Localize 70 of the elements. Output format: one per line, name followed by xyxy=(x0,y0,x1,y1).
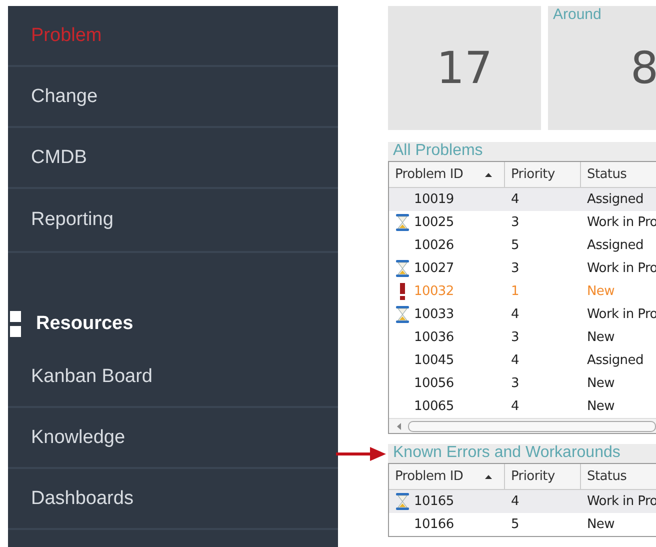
table-cell: 10166 xyxy=(414,517,454,532)
column-header[interactable]: Status xyxy=(581,464,656,489)
exclamation-icon xyxy=(400,283,405,300)
column-header[interactable]: Problem ID xyxy=(389,162,505,187)
nav-item[interactable]: CMDB xyxy=(31,146,87,168)
nav-item[interactable]: Knowledge xyxy=(31,426,126,448)
scrollbar-thumb[interactable] xyxy=(408,420,656,432)
table-cell: 1 xyxy=(511,284,519,299)
table-cell: 3 xyxy=(511,261,519,276)
table-cell: 4 xyxy=(511,353,519,368)
column-header[interactable]: Problem ID xyxy=(389,464,505,489)
column-header[interactable]: Priority xyxy=(505,464,581,489)
table-cell: 10025 xyxy=(414,215,454,230)
table-cell: 4 xyxy=(511,192,519,207)
table-cell: 10056 xyxy=(414,376,454,391)
sort-ascending-icon xyxy=(485,474,492,478)
table-cell: New xyxy=(587,517,614,532)
table-cell: New xyxy=(587,330,614,345)
table-cell: 4 xyxy=(511,307,519,322)
scroll-left-icon[interactable] xyxy=(397,422,401,430)
sort-ascending-icon xyxy=(485,172,492,176)
table-cell: New xyxy=(587,399,614,414)
horizontal-scrollbar[interactable] xyxy=(389,418,656,433)
table-cell: 10027 xyxy=(414,261,454,276)
hourglass-icon xyxy=(396,260,409,277)
table-cell: 3 xyxy=(511,376,519,391)
tile-value: 17 xyxy=(436,42,492,94)
table-cell: Assigned xyxy=(587,192,644,207)
panel-title: All Problems xyxy=(392,142,483,159)
table-cell: 5 xyxy=(511,517,519,532)
table-row[interactable]: 10019 4 Assigned xyxy=(389,188,656,211)
table-cell: 10045 xyxy=(414,353,454,368)
hourglass-icon xyxy=(396,306,409,323)
table-row[interactable]: 10036 3 New xyxy=(389,326,656,349)
panel-title: Known Errors and Workarounds xyxy=(392,444,620,461)
table-row[interactable]: 10045 4 Assigned xyxy=(389,349,656,372)
table-cell: 3 xyxy=(511,330,519,345)
table-cell: 10032 xyxy=(414,284,454,299)
column-header[interactable]: Priority xyxy=(505,162,581,187)
table-cell: 4 xyxy=(511,399,519,414)
squares-icon xyxy=(10,311,22,339)
nav-item[interactable]: Dashboards xyxy=(31,488,134,510)
table-cell: 10165 xyxy=(414,494,454,509)
table-cell: 5 xyxy=(511,238,519,253)
hourglass-icon xyxy=(396,493,409,510)
table-cell: 10036 xyxy=(414,330,454,345)
table-cell: 3 xyxy=(511,215,519,230)
stat-tile[interactable]: 17 xyxy=(388,6,541,130)
section-heading: Resources xyxy=(36,313,134,336)
table-cell: Assigned xyxy=(587,353,644,368)
table-cell: 10033 xyxy=(414,307,454,322)
stat-tile[interactable]: Around 8 xyxy=(548,6,656,130)
table-row[interactable]: 10056 3 New xyxy=(389,372,656,395)
tile-caption: Around xyxy=(553,6,602,23)
table-cell: New xyxy=(587,284,614,299)
table-cell: 10019 xyxy=(414,192,454,207)
table-row[interactable]: 10026 5 Assigned xyxy=(389,234,656,257)
table-row[interactable]: 10166 5 New xyxy=(389,513,656,536)
table-row[interactable]: 10065 4 New xyxy=(389,395,656,418)
tile-value: 8 xyxy=(630,42,656,94)
nav-item[interactable]: Change xyxy=(31,86,98,108)
hourglass-icon xyxy=(396,214,409,231)
table-cell: New xyxy=(587,376,614,391)
table-cell: 4 xyxy=(511,494,519,509)
table-cell: Assigned xyxy=(587,238,644,253)
nav-item[interactable]: Kanban Board xyxy=(31,366,152,388)
column-header[interactable]: Status xyxy=(581,162,656,187)
table-cell: 10065 xyxy=(414,399,454,414)
table-cell: 10026 xyxy=(414,238,454,253)
nav-item[interactable]: Reporting xyxy=(31,209,114,231)
